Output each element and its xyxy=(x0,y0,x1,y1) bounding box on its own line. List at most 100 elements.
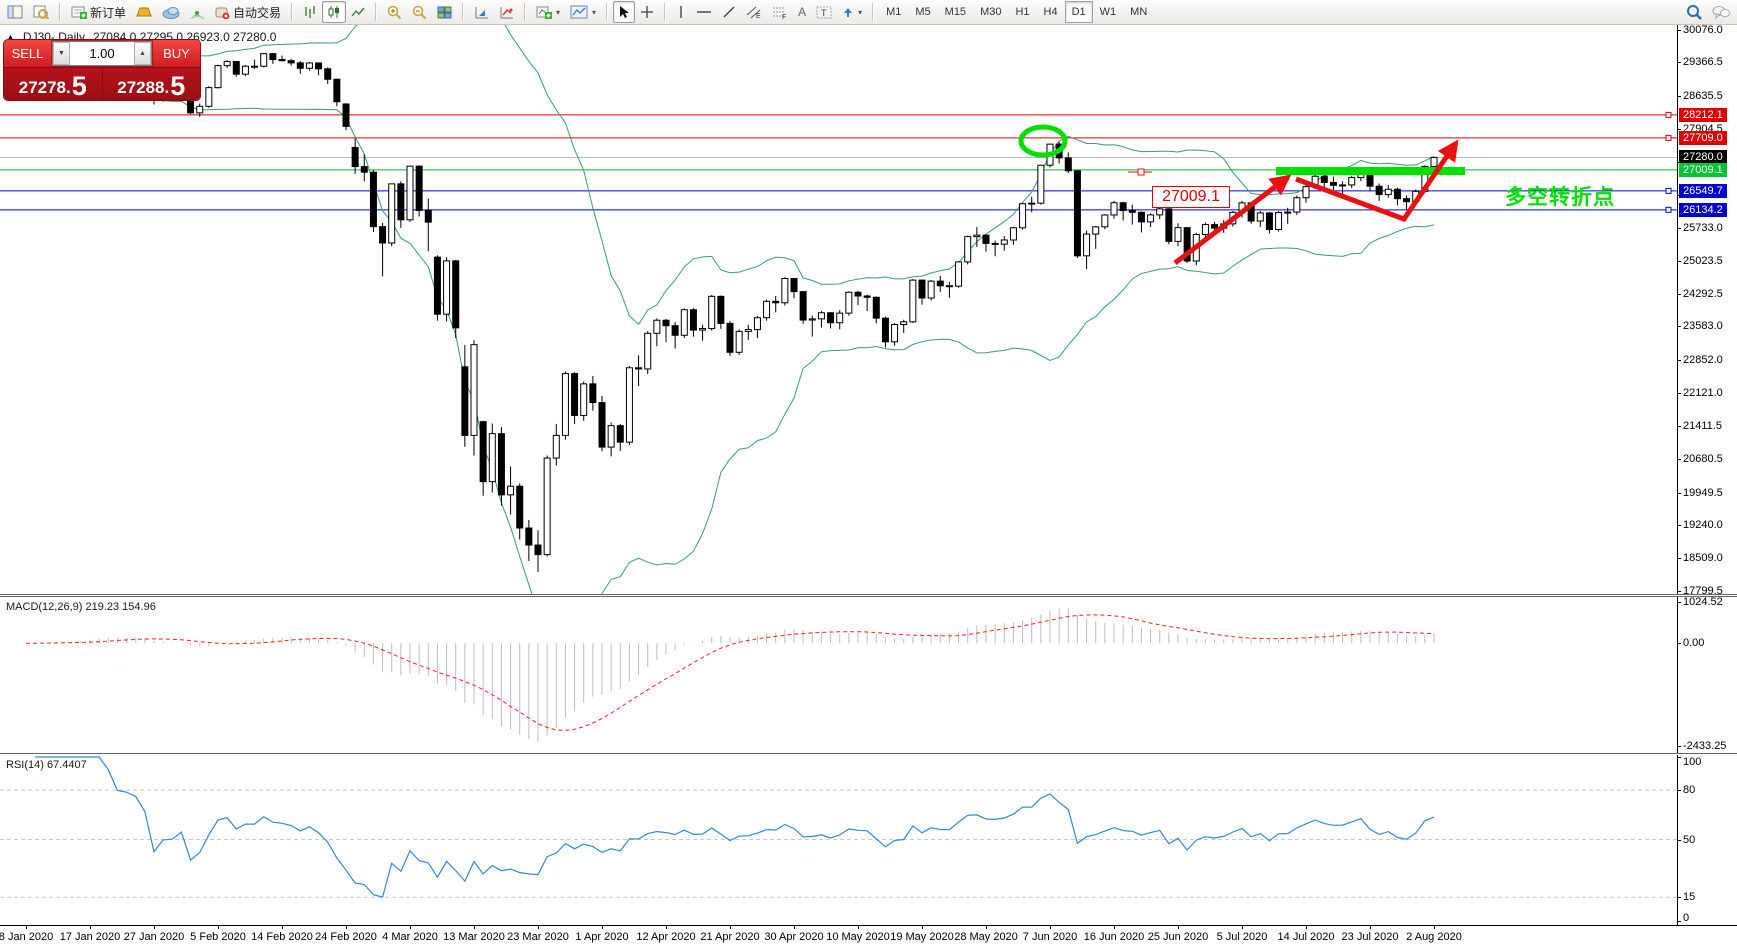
price-level-badge: 28212.1 xyxy=(1679,107,1727,122)
buy-price[interactable]: 27288. 5 xyxy=(103,68,201,100)
candlestick-icon[interactable] xyxy=(322,1,347,23)
date-tick-label: 30 Apr 2020 xyxy=(764,931,824,943)
lot-size-input[interactable] xyxy=(70,42,134,65)
date-tick-label: 1 Apr 2020 xyxy=(575,931,629,943)
panel-separator[interactable] xyxy=(0,753,1737,754)
price-callout-label: 27009.1 xyxy=(1152,186,1230,208)
price-level-badge: 26549.7 xyxy=(1679,183,1727,198)
macd-canvas xyxy=(25,608,1435,742)
tab-timeframe-H1[interactable]: H1 xyxy=(1008,1,1036,23)
date-tick-label: 24 Feb 2020 xyxy=(315,931,377,943)
profiles-icon[interactable]: ▾ xyxy=(565,1,601,23)
cursor-icon[interactable] xyxy=(613,1,636,23)
macd-panel: 1024.52 0.00 -2433.25 MACD(12,26,9) 219.23… xyxy=(0,596,1737,753)
chevron-down-icon: ▾ xyxy=(556,7,561,17)
tab-timeframe-MN[interactable]: MN xyxy=(1123,1,1154,23)
search-icon[interactable] xyxy=(1681,1,1707,23)
indicators-icon[interactable] xyxy=(469,1,494,23)
sell-price[interactable]: 27278. 5 xyxy=(4,68,103,100)
tab-timeframe-M30[interactable]: M30 xyxy=(973,1,1008,23)
crosshair-icon[interactable] xyxy=(635,1,659,23)
chevron-down-icon: ▾ xyxy=(592,7,597,17)
date-tick-label: 8 Jan 2020 xyxy=(0,931,54,943)
axis-tick-label: 0 xyxy=(1683,912,1690,924)
autotrade-button[interactable]: 自动交易 xyxy=(210,1,286,23)
rsi-label: RSI(14) 67.4407 xyxy=(6,759,87,771)
axis-tick-label: 24292.5 xyxy=(1683,288,1723,301)
buy-button[interactable]: BUY xyxy=(153,40,200,67)
bar-chart-icon[interactable] xyxy=(298,1,322,23)
lot-decrease-button[interactable]: ▼ xyxy=(53,42,70,65)
vertical-line-icon[interactable] xyxy=(671,1,691,23)
signals-icon[interactable] xyxy=(185,1,210,23)
toolbar: 新订单 自动交易 ▾ ▾ E F A T ▾ M1 M5 M15 M30 H1 … xyxy=(0,0,1737,25)
chevron-down-icon: ▾ xyxy=(858,7,863,17)
date-tick-label: 17 Jan 2020 xyxy=(59,931,121,943)
zoom-out-icon[interactable] xyxy=(407,1,432,23)
axis-tick-label: 25733.0 xyxy=(1683,222,1723,235)
svg-text:F: F xyxy=(782,14,786,19)
date-tick-label: 5 Jul 2020 xyxy=(1216,931,1268,943)
mql5-cloud-icon[interactable] xyxy=(157,1,185,23)
tab-timeframe-M1[interactable]: M1 xyxy=(879,1,908,23)
date-axis: 8 Jan 2020 17 Jan 2020 27 Jan 2020 5 Feb 20… xyxy=(0,925,1737,946)
date-tick-label: 16 Jun 2020 xyxy=(1083,931,1145,943)
fibonacci-icon[interactable]: F xyxy=(767,1,793,23)
turning-point-annotation: 多空转折点 xyxy=(1505,186,1615,209)
tab-timeframe-W1[interactable]: W1 xyxy=(1093,1,1124,23)
text-icon[interactable]: A xyxy=(793,1,811,23)
date-tick-label: 4 Mar 2020 xyxy=(382,931,438,943)
chart-list-icon[interactable] xyxy=(2,1,28,23)
axis-tick-label: 50 xyxy=(1683,833,1696,846)
new-order-label: 新订单 xyxy=(90,5,127,20)
date-tick-label: 14 Feb 2020 xyxy=(251,931,313,943)
gold-icon[interactable] xyxy=(131,1,157,23)
date-tick-label: 21 Apr 2020 xyxy=(700,931,760,943)
label-icon[interactable]: T xyxy=(811,1,837,23)
axis-tick-label: 19240.0 xyxy=(1683,518,1723,531)
axis-tick-label: 23583.0 xyxy=(1683,320,1723,333)
sell-button[interactable]: SELL xyxy=(4,40,51,67)
tile-windows-icon[interactable] xyxy=(432,1,457,23)
date-tick-label: 23 Jul 2020 xyxy=(1341,931,1399,943)
date-tick-label: 7 Jun 2020 xyxy=(1022,931,1078,943)
price-axis-border xyxy=(1677,25,1678,594)
rsi-canvas xyxy=(0,756,1677,898)
axis-tick-label: 22852.0 xyxy=(1683,353,1723,366)
price-chart-canvas xyxy=(0,0,1677,626)
date-tick-label: 19 May 2020 xyxy=(890,931,954,943)
date-tick-label: 23 Mar 2020 xyxy=(507,931,569,943)
zoom-in-icon[interactable] xyxy=(382,1,407,23)
arrows-icon[interactable]: ▾ xyxy=(837,1,867,23)
chat-icon[interactable] xyxy=(1707,1,1735,23)
axis-tick-label: 1024.52 xyxy=(1683,596,1723,608)
periods-icon[interactable] xyxy=(494,1,519,23)
trendline-icon[interactable] xyxy=(717,1,741,23)
axis-tick-label: 21411.5 xyxy=(1683,419,1722,432)
lot-increase-button[interactable]: ▲ xyxy=(134,42,151,65)
date-tick-label: 2 Aug 2020 xyxy=(1406,931,1462,943)
data-window-icon[interactable] xyxy=(28,1,54,23)
price-level-badge: 26134.2 xyxy=(1679,202,1727,217)
channel-icon[interactable]: E xyxy=(741,1,767,23)
tab-timeframe-D1[interactable]: D1 xyxy=(1064,1,1093,23)
tab-timeframe-M5[interactable]: M5 xyxy=(908,1,937,23)
svg-text:E: E xyxy=(756,13,761,19)
macd-label: MACD(12,26,9) 219.23 154.96 xyxy=(6,601,156,613)
date-tick-label: 14 Jul 2020 xyxy=(1277,931,1335,943)
horizontal-line-icon[interactable] xyxy=(691,1,717,23)
price-level-badge: 27009.1 xyxy=(1679,162,1727,177)
one-click-trading-panel: SELL ▼ ▲ BUY 27278.5 27288.5 xyxy=(4,40,200,100)
date-tick-label: 27 Jan 2020 xyxy=(123,931,185,943)
new-order-button[interactable]: 新订单 xyxy=(66,1,131,23)
tab-timeframe-H4[interactable]: H4 xyxy=(1037,1,1065,23)
date-tick-label: 5 Feb 2020 xyxy=(190,931,246,943)
axis-tick-label: 100 xyxy=(1683,756,1702,768)
axis-tick-label: 28635.5 xyxy=(1683,89,1723,102)
new-chart-icon[interactable]: ▾ xyxy=(531,1,565,23)
date-tick-label: 28 May 2020 xyxy=(954,931,1018,943)
tab-timeframe-M15[interactable]: M15 xyxy=(938,1,973,23)
line-chart-icon[interactable] xyxy=(346,1,370,23)
axis-tick-label: 30076.0 xyxy=(1683,23,1723,36)
axis-tick-label: 18509.0 xyxy=(1683,552,1723,565)
